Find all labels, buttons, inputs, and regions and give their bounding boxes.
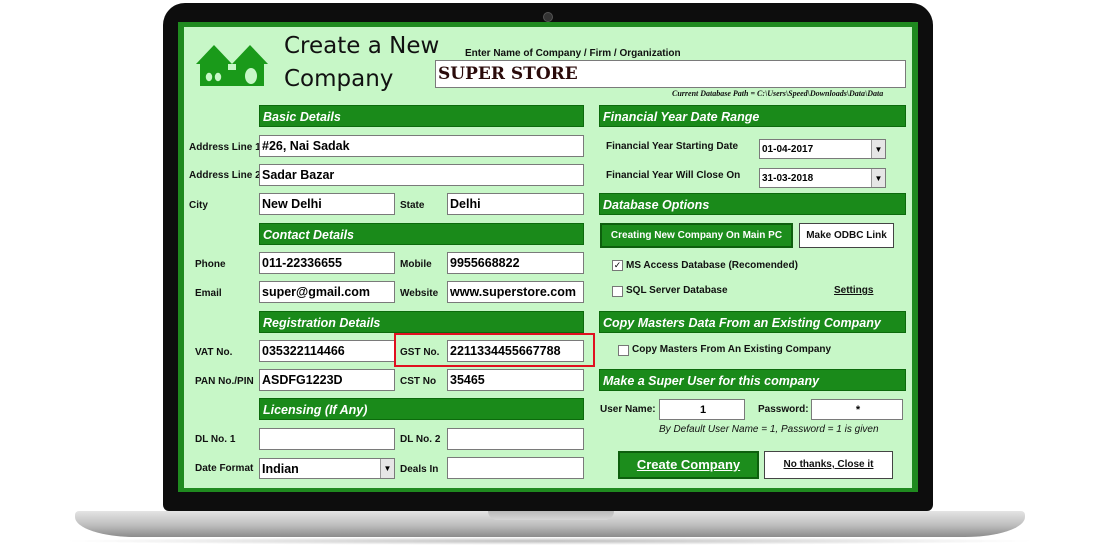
phone-input[interactable]: 011-22336655: [259, 252, 395, 274]
date-format-label: Date Format: [195, 463, 254, 474]
database-path: Current Database Path = C:\Users\Speed\D…: [672, 89, 884, 98]
section-registration-details: Registration Details: [259, 311, 584, 333]
email-input[interactable]: super@gmail.com: [259, 281, 395, 303]
deals-in-label: Deals In: [400, 464, 439, 475]
dl2-input[interactable]: [447, 428, 584, 450]
section-basic-details: Basic Details: [259, 105, 584, 127]
fy-start-value: 01-04-2017: [762, 144, 814, 155]
address-line2-input[interactable]: Sadar Bazar: [259, 164, 584, 186]
make-odbc-link-button[interactable]: Make ODBC Link: [799, 223, 894, 248]
fy-end-value: 31-03-2018: [762, 173, 814, 184]
fy-start-label: Financial Year Starting Date: [606, 141, 739, 152]
sql-server-label: SQL Server Database: [626, 285, 728, 296]
dl1-input[interactable]: [259, 428, 395, 450]
vat-label: VAT No.: [195, 347, 233, 358]
city-label: City: [189, 200, 208, 211]
section-super-user: Make a Super User for this company: [599, 369, 906, 391]
create-company-window: Create a New Company Enter Name of Compa…: [184, 27, 912, 488]
state-label: State: [400, 200, 425, 211]
sql-server-checkbox[interactable]: [612, 286, 623, 297]
password-label: Password:: [758, 404, 809, 415]
username-input[interactable]: 1: [659, 399, 745, 420]
copy-masters-label: Copy Masters From An Existing Company: [632, 344, 832, 355]
password-input[interactable]: *: [811, 399, 903, 420]
section-copy-masters: Copy Masters Data From an Existing Compa…: [599, 311, 906, 333]
dl1-label: DL No. 1: [195, 434, 236, 445]
section-licensing: Licensing (If Any): [259, 398, 584, 420]
address-line1-label: Address Line 1: [189, 142, 261, 153]
mobile-label: Mobile: [400, 259, 432, 270]
ms-access-checkbox[interactable]: ✓: [612, 260, 623, 271]
section-database-options: Database Options: [599, 193, 906, 215]
address-line1-input[interactable]: #26, Nai Sadak: [259, 135, 584, 157]
state-input[interactable]: Delhi: [447, 193, 584, 215]
website-label: Website: [400, 288, 439, 299]
pan-label: PAN No./PIN: [195, 376, 254, 387]
username-label: User Name:: [600, 404, 656, 415]
section-financial-year: Financial Year Date Range: [599, 105, 906, 127]
create-on-main-pc-button[interactable]: Creating New Company On Main PC: [600, 223, 793, 248]
laptop-shadow: [60, 537, 1040, 545]
company-name-input[interactable]: SUPER STORE: [435, 60, 906, 88]
deals-in-input[interactable]: [447, 457, 584, 479]
webcam: [543, 12, 553, 22]
window-title-line1: Create a New: [284, 33, 440, 59]
fy-start-select[interactable]: 01-04-2017 ▼: [759, 139, 886, 159]
company-name-prompt: Enter Name of Company / Firm / Organizat…: [465, 48, 681, 59]
fy-end-select[interactable]: 31-03-2018 ▼: [759, 168, 886, 188]
date-format-value: Indian: [262, 462, 299, 476]
dl2-label: DL No. 2: [400, 434, 441, 445]
create-company-button[interactable]: Create Company: [618, 451, 759, 479]
section-contact-details: Contact Details: [259, 223, 584, 245]
email-label: Email: [195, 288, 222, 299]
address-line2-label: Address Line 2: [189, 170, 261, 181]
close-button[interactable]: No thanks, Close it: [764, 451, 893, 479]
ms-access-label: MS Access Database (Recomended): [626, 260, 798, 271]
window-title-line2: Company: [284, 66, 394, 92]
default-credentials-hint: By Default User Name = 1, Password = 1 i…: [659, 424, 879, 435]
website-input[interactable]: www.superstore.com: [447, 281, 584, 303]
laptop-notch: [488, 511, 614, 520]
chevron-down-icon[interactable]: ▼: [871, 169, 885, 187]
chevron-down-icon[interactable]: ▼: [871, 140, 885, 158]
cst-label: CST No: [400, 376, 437, 387]
settings-link[interactable]: Settings: [834, 285, 873, 296]
check-icon: ✓: [613, 260, 622, 270]
vat-input[interactable]: 035322114466: [259, 340, 395, 362]
phone-label: Phone: [195, 259, 226, 270]
gst-highlight-box: [394, 333, 595, 367]
copy-masters-checkbox[interactable]: [618, 345, 629, 356]
date-format-select[interactable]: Indian ▼: [259, 458, 395, 479]
chevron-down-icon[interactable]: ▼: [380, 459, 394, 478]
pan-input[interactable]: ASDFG1223D: [259, 369, 395, 391]
cst-input[interactable]: 35465: [447, 369, 584, 391]
city-input[interactable]: New Delhi: [259, 193, 395, 215]
houses-logo-icon: [196, 45, 268, 86]
fy-end-label: Financial Year Will Close On: [606, 170, 741, 181]
mobile-input[interactable]: 9955668822: [447, 252, 584, 274]
